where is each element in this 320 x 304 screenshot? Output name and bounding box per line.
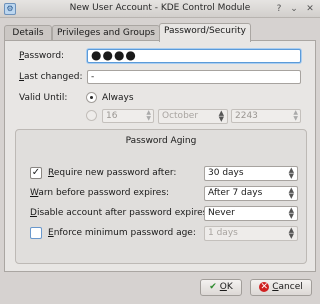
tab-bar: Details Privileges and Groups Password/S… xyxy=(4,23,316,42)
warn-label: Warn before password expires: xyxy=(30,188,170,198)
window-title: New User Account - KDE Control Module xyxy=(69,3,251,13)
window-titlebar[interactable]: ⚙ New User Account - KDE Control Module … xyxy=(0,0,320,18)
require-new-value: 30 days xyxy=(208,168,244,178)
disable-label: Disable account after password expires: xyxy=(30,208,211,218)
require-new-label: Require new password after: xyxy=(48,168,177,178)
spin-arrows-icon: ▲ ▼ xyxy=(288,166,294,180)
tab-password-security[interactable]: Password/Security xyxy=(159,23,251,42)
spin-arrows-icon: ▲ ▼ xyxy=(288,186,294,200)
require-new-checkbox[interactable]: ✓ xyxy=(30,167,42,179)
month-select[interactable]: October ▲ ▼ xyxy=(158,109,228,124)
last-changed-label: Last changed: xyxy=(19,72,83,82)
ok-button[interactable]: ✔ OK xyxy=(200,279,242,296)
day-spinner[interactable]: 16 ▲ ▼ xyxy=(102,109,154,123)
dropdown-arrows-icon: ▲ ▼ xyxy=(288,206,294,220)
year-spinner[interactable]: 2243 ▲ ▼ xyxy=(231,109,301,123)
require-new-select[interactable]: 30 days ▲ ▼ xyxy=(204,166,298,181)
warn-select[interactable]: After 7 days ▲ ▼ xyxy=(204,186,298,201)
spin-arrows-icon: ▲ ▼ xyxy=(146,109,151,122)
cancel-button-label: Cancel xyxy=(272,282,303,292)
minimize-icon[interactable]: ⌄ xyxy=(288,3,300,15)
password-label: Password: xyxy=(19,51,65,61)
dropdown-arrows-icon: ▲ ▼ xyxy=(218,109,224,123)
tab-privileges-groups[interactable]: Privileges and Groups xyxy=(52,25,160,41)
warn-value: After 7 days xyxy=(208,188,263,198)
close-icon[interactable]: ✕ xyxy=(304,3,316,15)
disable-select[interactable]: Never ▲ ▼ xyxy=(204,206,298,221)
last-changed-field: - xyxy=(87,70,301,84)
spin-arrows-icon: ▲ ▼ xyxy=(288,226,294,240)
enforce-min-age-select[interactable]: 1 days ▲ ▼ xyxy=(204,226,298,241)
always-radio[interactable] xyxy=(86,92,97,103)
date-radio[interactable] xyxy=(86,110,97,121)
valid-until-label: Valid Until: xyxy=(19,93,68,103)
enforce-min-age-value: 1 days xyxy=(208,228,238,238)
password-aging-title: Password Aging xyxy=(125,136,197,146)
ok-button-label: OK xyxy=(219,282,233,292)
day-value: 16 xyxy=(106,111,118,121)
tab-details[interactable]: Details xyxy=(4,25,52,41)
spin-arrows-icon: ▲ ▼ xyxy=(293,109,298,122)
tab-panel: Password: ●●●● Last changed: - Valid Unt… xyxy=(4,40,316,272)
password-aging-group: Password Aging ✓ Require new password af… xyxy=(15,129,307,264)
always-label: Always xyxy=(102,93,134,103)
enforce-min-age-checkbox[interactable] xyxy=(30,227,42,239)
help-icon[interactable]: ? xyxy=(273,3,285,15)
year-value: 2243 xyxy=(235,111,258,121)
cancel-button[interactable]: ✕ Cancel xyxy=(250,279,312,296)
password-field[interactable]: ●●●● xyxy=(87,49,301,63)
cancel-icon: ✕ xyxy=(259,282,270,292)
checkmark-icon: ✔ xyxy=(209,282,217,292)
enforce-min-age-label: Enforce minimum password age: xyxy=(48,228,196,238)
disable-value: Never xyxy=(208,208,235,218)
month-value: October xyxy=(162,111,199,121)
